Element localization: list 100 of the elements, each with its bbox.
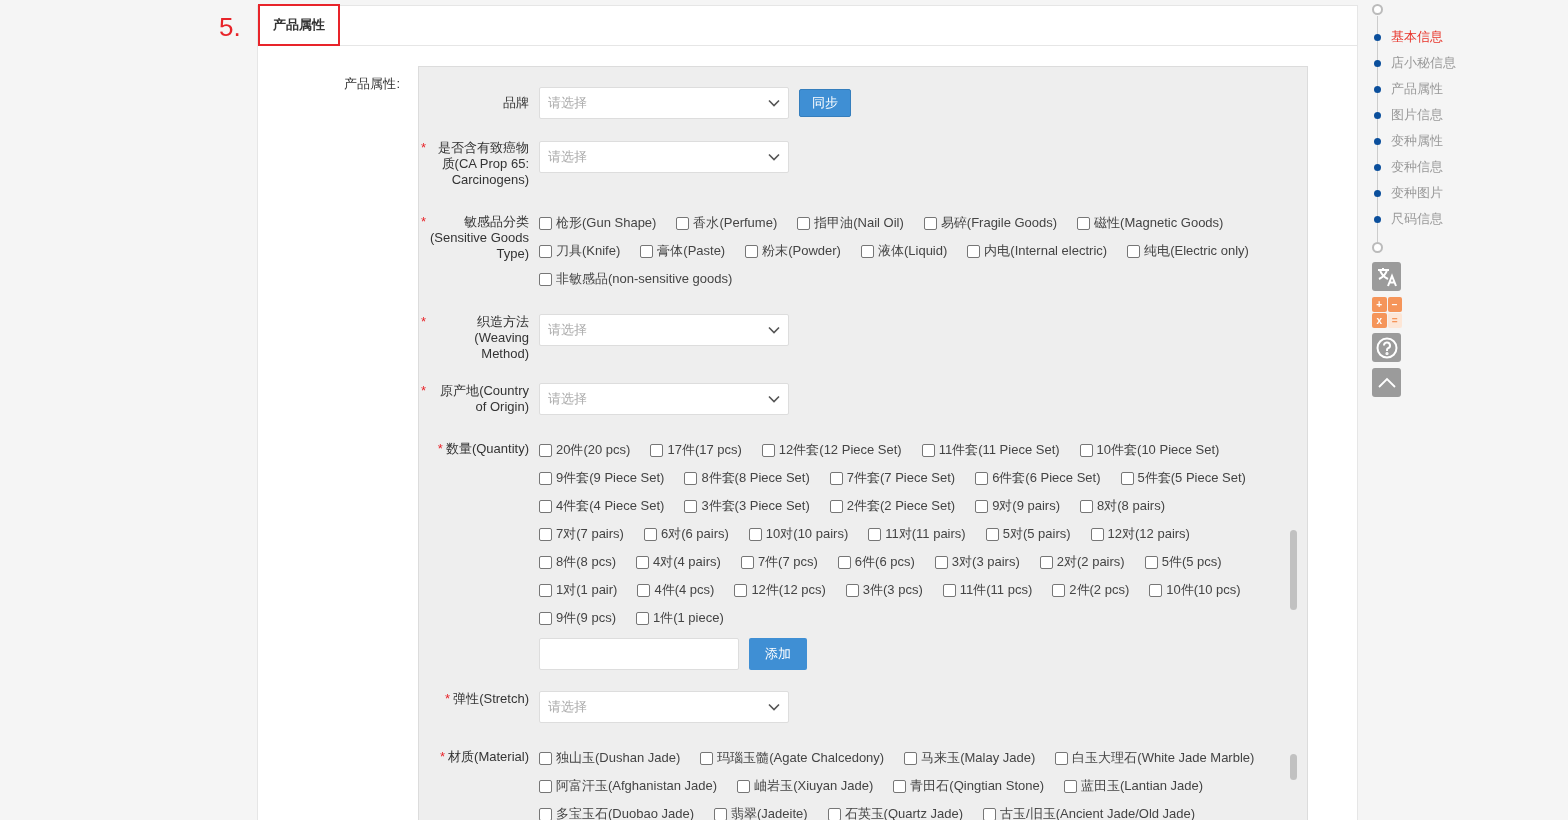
checkbox-option[interactable]: 12对(12 pairs) (1090, 520, 1190, 548)
checkbox-option[interactable]: 9件套(9 Piece Set) (539, 464, 665, 492)
checkbox-option[interactable]: 4对(4 pairs) (635, 548, 721, 576)
checkbox[interactable] (923, 216, 937, 230)
checkbox[interactable] (539, 807, 552, 820)
checkbox[interactable] (640, 244, 654, 258)
checkbox-option[interactable]: 11对(11 pairs) (868, 520, 966, 548)
scrollbar-thumb[interactable] (1290, 754, 1297, 780)
checkbox-option[interactable]: 2件(2 pcs) (1052, 576, 1130, 604)
checkbox[interactable] (1149, 583, 1163, 597)
checkbox[interactable] (1064, 779, 1077, 793)
checkbox-option[interactable]: 7件(7 pcs) (740, 548, 818, 576)
checkbox-option[interactable]: 10对(10 pairs) (748, 520, 849, 548)
checkbox[interactable] (539, 779, 552, 793)
checkbox-option[interactable]: 10件套(10 Piece Set) (1079, 436, 1220, 464)
checkbox[interactable] (539, 527, 552, 541)
checkbox[interactable] (1052, 583, 1066, 597)
checkbox[interactable] (635, 555, 649, 569)
checkbox-option[interactable]: 粉末(Powder) (745, 237, 841, 265)
checkbox[interactable] (1127, 244, 1141, 258)
checkbox[interactable] (684, 499, 698, 513)
checkbox[interactable] (539, 611, 552, 625)
checkbox[interactable] (1144, 555, 1158, 569)
checkbox-option[interactable]: 磁性(Magnetic Goods) (1077, 209, 1224, 237)
checkbox-option[interactable]: 5件套(5 Piece Set) (1120, 464, 1246, 492)
checkbox[interactable] (934, 555, 948, 569)
checkbox[interactable] (942, 583, 956, 597)
checkbox-option[interactable]: 刀具(Knife) (539, 237, 621, 265)
checkbox-option[interactable]: 玛瑙玉髓(Agate Chalcedony) (700, 744, 885, 772)
checkbox[interactable] (827, 807, 841, 820)
checkbox[interactable] (967, 244, 981, 258)
checkbox-option[interactable]: 独山玉(Dushan Jade) (539, 744, 681, 772)
checkbox[interactable] (975, 499, 989, 513)
checkbox-option[interactable]: 17件(17 pcs) (650, 436, 742, 464)
checkbox-option[interactable]: 7件套(7 Piece Set) (829, 464, 956, 492)
checkbox-option[interactable]: 枪形(Gun Shape) (539, 209, 657, 237)
checkbox-option[interactable]: 12件(12 pcs) (734, 576, 826, 604)
checkbox-option[interactable]: 内电(Internal electric) (967, 237, 1108, 265)
checkbox[interactable] (904, 751, 918, 765)
checkbox-option[interactable]: 香水(Perfume) (676, 209, 778, 237)
checkbox[interactable] (975, 471, 989, 485)
translate-icon[interactable] (1372, 262, 1401, 291)
checkbox-option[interactable]: 膏体(Paste) (640, 237, 726, 265)
checkbox[interactable] (737, 779, 751, 793)
checkbox[interactable] (761, 443, 775, 457)
checkbox-option[interactable]: 6对(6 pairs) (643, 520, 729, 548)
checkbox-option[interactable]: 12件套(12 Piece Set) (761, 436, 902, 464)
checkbox-option[interactable]: 青田石(Qingtian Stone) (893, 772, 1044, 800)
checkbox[interactable] (539, 443, 552, 457)
checkbox[interactable] (1055, 751, 1069, 765)
checkbox-option[interactable]: 指甲油(Nail Oil) (797, 209, 904, 237)
checkbox[interactable] (539, 272, 552, 286)
checkbox-option[interactable]: 2件套(2 Piece Set) (829, 492, 956, 520)
checkbox-option[interactable]: 6件套(6 Piece Set) (975, 464, 1101, 492)
checkbox-option[interactable]: 液体(Liquid) (860, 237, 948, 265)
checkbox-option[interactable]: 3件套(3 Piece Set) (684, 492, 810, 520)
checkbox-option[interactable]: 易碎(Fragile Goods) (923, 209, 1058, 237)
checkbox-option[interactable]: 岫岩玉(Xiuyan Jade) (737, 772, 874, 800)
checkbox[interactable] (1080, 499, 1094, 513)
checkbox-option[interactable]: 1件(1 piece) (635, 604, 724, 632)
checkbox[interactable] (539, 216, 552, 230)
checkbox[interactable] (1120, 471, 1134, 485)
checkbox[interactable] (893, 779, 907, 793)
checkbox[interactable] (539, 499, 552, 513)
checkbox-option[interactable]: 8对(8 pairs) (1080, 492, 1165, 520)
checkbox[interactable] (676, 216, 690, 230)
checkbox-option[interactable]: 3对(3 pairs) (934, 548, 1020, 576)
checkbox[interactable] (539, 471, 552, 485)
checkbox[interactable] (797, 216, 811, 230)
checkbox[interactable] (1079, 443, 1093, 457)
checkbox[interactable] (1077, 216, 1091, 230)
checkbox-option[interactable]: 3件(3 pcs) (845, 576, 923, 604)
checkbox-option[interactable]: 9对(9 pairs) (975, 492, 1061, 520)
checkbox[interactable] (643, 527, 657, 541)
checkbox[interactable] (860, 244, 874, 258)
checkbox-option[interactable]: 8件(8 pcs) (539, 548, 616, 576)
checkbox[interactable] (650, 443, 664, 457)
checkbox[interactable] (539, 244, 552, 258)
checkbox-option[interactable]: 4件(4 pcs) (637, 576, 715, 604)
back-to-top-icon[interactable] (1372, 368, 1401, 397)
checkbox[interactable] (837, 555, 851, 569)
nav-link[interactable]: 基本信息 (1391, 27, 1443, 47)
help-icon[interactable] (1372, 333, 1401, 362)
scrollbar-thumb[interactable] (1290, 529, 1297, 610)
checkbox-option[interactable]: 10件(10 pcs) (1149, 576, 1241, 604)
checkbox[interactable] (1090, 527, 1104, 541)
checkbox[interactable] (539, 751, 552, 765)
checkbox[interactable] (829, 471, 843, 485)
input-field[interactable] (539, 638, 739, 670)
checkbox-option[interactable]: 6件(6 pcs) (837, 548, 915, 576)
checkbox-option[interactable]: 20件(20 pcs) (539, 436, 631, 464)
checkbox-option[interactable]: 纯电(Electric only) (1127, 237, 1249, 265)
checkbox-option[interactable]: 7对(7 pairs) (539, 520, 624, 548)
checkbox-option[interactable]: 11件(11 pcs) (942, 576, 1033, 604)
checkbox[interactable] (714, 807, 727, 820)
checkbox[interactable] (745, 244, 759, 258)
checkbox-option[interactable]: 11件套(11 Piece Set) (921, 436, 1060, 464)
checkbox[interactable] (985, 527, 999, 541)
checkbox[interactable] (921, 443, 935, 457)
section-tab[interactable]: 产品属性 (258, 4, 340, 46)
